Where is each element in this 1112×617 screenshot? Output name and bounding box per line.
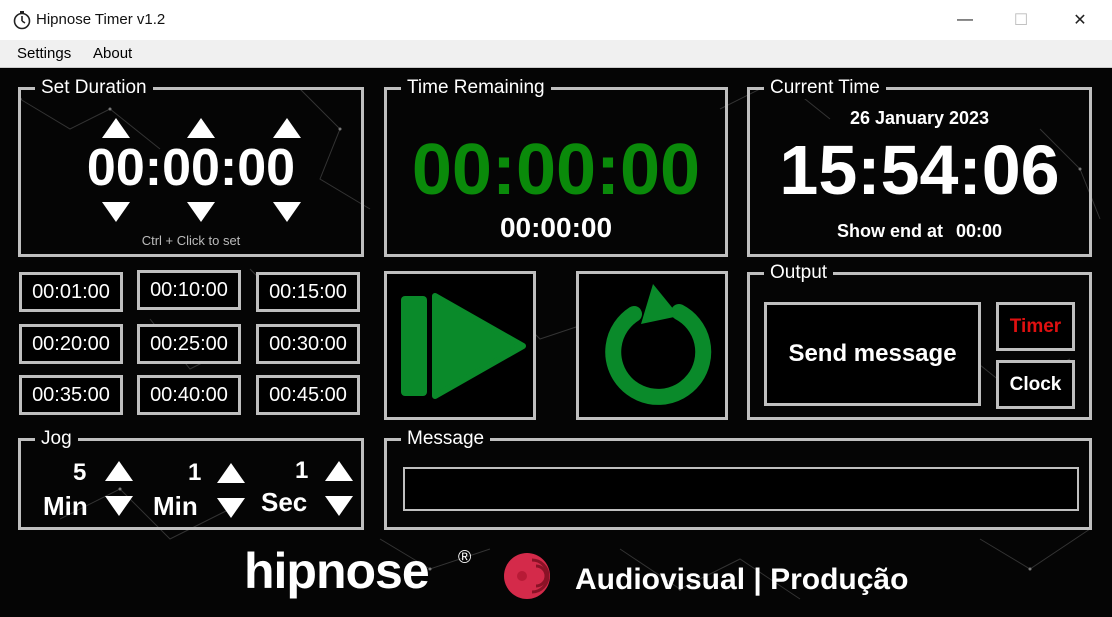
jog-5min-up-button[interactable] xyxy=(105,461,133,481)
message-title: Message xyxy=(401,428,491,450)
brand-tagline: Audiovisual | Produção xyxy=(575,563,909,596)
maximize-button[interactable]: ☐ xyxy=(998,0,1044,40)
jog-1sec-up-button[interactable] xyxy=(325,461,353,481)
jog-5min-amount: 5 xyxy=(73,459,87,486)
reset-icon xyxy=(605,284,712,405)
minutes-down-button[interactable] xyxy=(187,202,215,222)
jog-1sec-down-button[interactable] xyxy=(325,496,353,516)
preset-button[interactable]: 00:35:00 xyxy=(19,375,123,415)
close-icon: ✕ xyxy=(1073,12,1087,29)
menu-about[interactable]: About xyxy=(93,45,132,62)
hours-up-button[interactable] xyxy=(102,118,130,138)
preset-button[interactable]: 00:30:00 xyxy=(256,324,360,364)
output-title: Output xyxy=(764,262,834,284)
maximize-icon: ☐ xyxy=(1013,12,1029,29)
stopwatch-icon xyxy=(13,11,31,30)
main-panel: Set Duration 00:00:00 Ctrl + Click to se… xyxy=(0,69,1112,617)
preset-button[interactable]: 00:20:00 xyxy=(19,324,123,364)
time-remaining-sub: 00:00:00 xyxy=(499,212,613,243)
message-panel: Message xyxy=(384,428,1092,530)
set-duration-panel: Set Duration 00:00:00 Ctrl + Click to se… xyxy=(18,77,364,257)
preset-button[interactable]: 00:01:00 xyxy=(19,272,123,312)
preset-button[interactable]: 00:10:00 xyxy=(137,270,241,310)
current-date: 26 January 2023 xyxy=(849,108,990,128)
play-icon xyxy=(401,293,526,399)
time-remaining-main: 00:00:00 xyxy=(411,130,701,210)
brand-wordmark: hipnose xyxy=(244,543,430,599)
jog-panel: Jog 5 Min 1 Min 1 Sec xyxy=(18,428,364,530)
jog-title: Jog xyxy=(35,428,78,450)
jog-1sec-amount: 1 xyxy=(295,457,309,484)
menu-settings[interactable]: Settings xyxy=(17,45,71,62)
preset-button[interactable]: 00:15:00 xyxy=(256,272,360,312)
close-button[interactable]: ✕ xyxy=(1057,0,1103,40)
current-time-title: Current Time xyxy=(764,77,886,99)
registered-mark: ® xyxy=(458,547,472,567)
jog-1sec-unit: Sec xyxy=(261,487,308,517)
play-button[interactable] xyxy=(384,271,536,420)
set-duration-time[interactable]: 00:00:00 xyxy=(21,138,361,198)
clock-output-button[interactable]: Clock xyxy=(996,360,1075,409)
preset-button[interactable]: 00:45:00 xyxy=(256,375,360,415)
minimize-icon: — xyxy=(957,11,973,28)
window-title: Hipnose Timer v1.2 xyxy=(36,11,166,28)
output-panel: Output Send message Timer Clock xyxy=(747,262,1092,420)
set-duration-title: Set Duration xyxy=(35,77,153,99)
seconds-down-button[interactable] xyxy=(273,202,301,222)
message-input[interactable] xyxy=(403,467,1079,511)
preset-button[interactable]: 00:40:00 xyxy=(137,375,241,415)
jog-1min-up-button[interactable] xyxy=(217,463,245,483)
jog-5min-unit: Min xyxy=(43,491,88,521)
time-remaining-title: Time Remaining xyxy=(401,77,551,99)
title-bar: Hipnose Timer v1.2 — ☐ ✕ xyxy=(0,0,1112,40)
set-duration-hint: Ctrl + Click to set xyxy=(141,233,241,248)
menu-bar: Settings About xyxy=(0,40,1112,68)
jog-1min-down-button[interactable] xyxy=(217,498,245,518)
show-end-value: 00:00 xyxy=(955,221,1003,241)
brand-logo-icon xyxy=(504,553,550,599)
time-remaining-panel: Time Remaining 00:00:00 00:00:00 xyxy=(384,77,728,257)
current-clock: 15:54:06 xyxy=(779,131,1060,209)
show-end-label: Show end at xyxy=(836,221,943,241)
minutes-up-button[interactable] xyxy=(187,118,215,138)
preset-button[interactable]: 00:25:00 xyxy=(137,324,241,364)
jog-1min-unit: Min xyxy=(153,491,198,521)
jog-5min-down-button[interactable] xyxy=(105,496,133,516)
seconds-up-button[interactable] xyxy=(273,118,301,138)
show-end-row[interactable]: Show end at 00:00 xyxy=(750,221,1089,242)
reset-button[interactable] xyxy=(576,271,728,420)
timer-output-button[interactable]: Timer xyxy=(996,302,1075,351)
hours-down-button[interactable] xyxy=(102,202,130,222)
send-message-button[interactable]: Send message xyxy=(764,302,981,406)
jog-1min-amount: 1 xyxy=(188,459,202,486)
minimize-button[interactable]: — xyxy=(942,0,988,40)
current-time-panel: Current Time 26 January 2023 15:54:06 Sh… xyxy=(747,77,1092,257)
